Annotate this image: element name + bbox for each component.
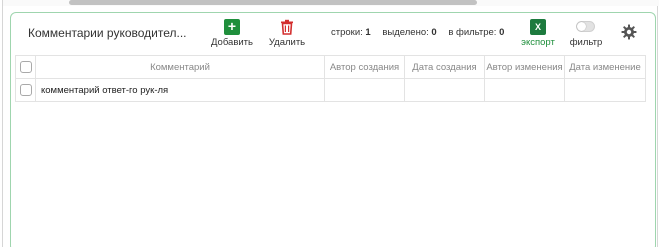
column-header[interactable]: Автор создания	[325, 56, 405, 79]
table-cell: комментарий ответ-го рук-ля	[36, 79, 325, 102]
filter-toggle-switch[interactable]	[576, 21, 595, 32]
column-header[interactable]: Автор изменения	[485, 56, 565, 79]
select-all-cell	[16, 56, 36, 79]
rows-label: строки:	[331, 27, 363, 38]
horizontal-scrollbar[interactable]	[69, 0, 477, 5]
table-header-row: Комментарий Автор создания Дата создания…	[15, 55, 646, 79]
in-filter-label: в фильтре:	[448, 27, 497, 38]
horizontal-scroll-track	[3, 0, 659, 6]
add-icon: +	[224, 19, 240, 35]
panel-toolbar: Комментарии руководител... + Добавить Уд…	[11, 13, 655, 53]
add-button-label: Добавить	[211, 37, 253, 48]
table-cell	[405, 79, 485, 102]
delete-button-label: Удалить	[268, 37, 306, 48]
table-cell	[325, 79, 405, 102]
select-all-checkbox[interactable]	[19, 61, 32, 73]
in-filter-value: 0	[499, 27, 505, 38]
gear-icon[interactable]	[621, 24, 637, 40]
table-cell	[485, 79, 565, 102]
selected-label: выделено:	[382, 27, 429, 38]
comments-panel: Комментарии руководител... + Добавить Уд…	[10, 12, 656, 247]
row-checkbox[interactable]	[19, 84, 32, 96]
column-header[interactable]: Комментарий	[36, 56, 325, 79]
add-button[interactable]: + Добавить	[204, 18, 260, 50]
delete-button[interactable]: Удалить	[259, 18, 315, 50]
toggle-knob	[577, 22, 586, 31]
filter-label: фильтр	[569, 37, 603, 48]
trash-icon	[281, 19, 293, 35]
column-header[interactable]: Дата создания	[405, 56, 485, 79]
excel-icon: X	[530, 19, 546, 35]
rows-value: 1	[365, 27, 371, 38]
table-cell	[565, 79, 646, 102]
table-row[interactable]: комментарий ответ-го рук-ля	[15, 79, 646, 102]
row-select-cell	[16, 79, 36, 102]
column-header[interactable]: Дата изменение	[565, 56, 646, 79]
panel-title: Комментарии руководител...	[28, 26, 187, 40]
row-stats: строки: 1 выделено: 0 в фильтре: 0	[331, 27, 504, 38]
selected-value: 0	[431, 27, 437, 38]
